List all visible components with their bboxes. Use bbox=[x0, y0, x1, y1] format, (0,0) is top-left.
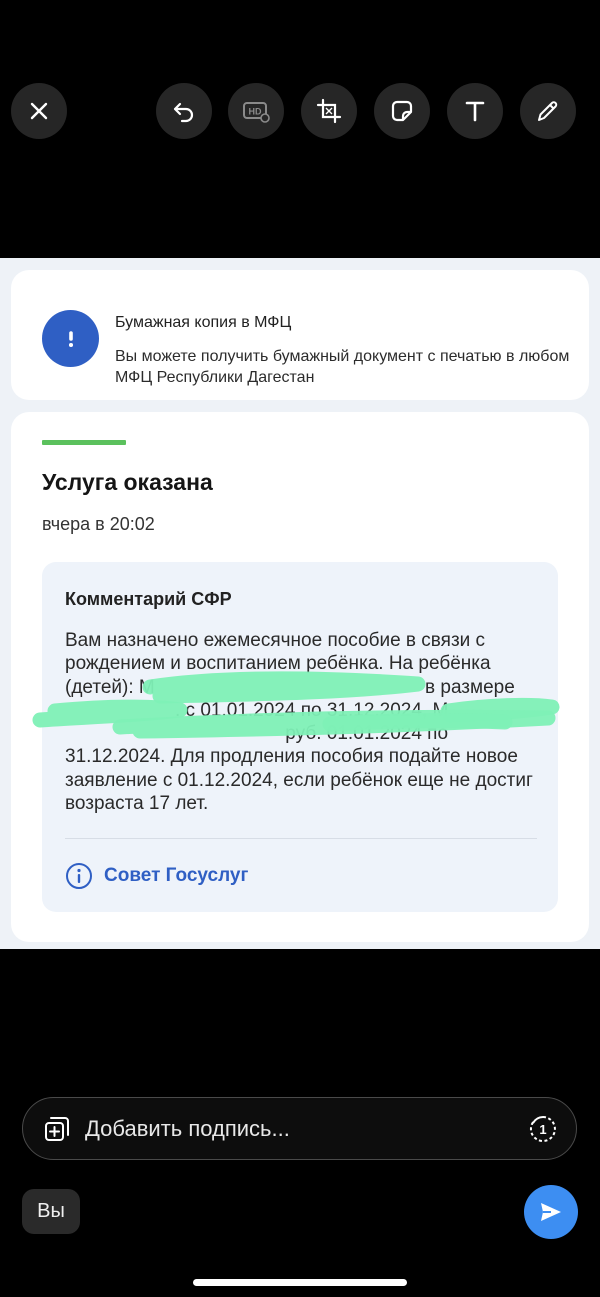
undo-icon bbox=[173, 102, 194, 123]
gosuslugi-tip-link[interactable]: Совет Госуслуг bbox=[65, 862, 248, 890]
status-progress-bar bbox=[42, 440, 126, 445]
hd-quality-button[interactable]: HD bbox=[228, 83, 284, 139]
info-icon bbox=[66, 863, 92, 889]
comment-title: Комментарий СФР bbox=[65, 589, 232, 609]
send-button[interactable] bbox=[524, 1185, 578, 1239]
undo-button[interactable] bbox=[156, 83, 212, 139]
service-status-card: Услуга оказана вчера в 20:02 Комментарий… bbox=[11, 412, 589, 942]
text-button[interactable] bbox=[447, 83, 503, 139]
close-button[interactable] bbox=[11, 83, 67, 139]
home-indicator bbox=[193, 1279, 407, 1286]
tip-label: Совет Госуслуг bbox=[104, 865, 249, 886]
crop-button[interactable] bbox=[301, 83, 357, 139]
paper-copy-title: Бумажная копия в МФЦ bbox=[115, 314, 292, 331]
paper-copy-card: Бумажная копия в МФЦ Вы можете получить … bbox=[11, 270, 589, 400]
alert-icon bbox=[42, 310, 99, 367]
view-once-icon[interactable]: 1 bbox=[528, 1114, 558, 1144]
sticker-button[interactable] bbox=[374, 83, 430, 139]
draw-button[interactable] bbox=[520, 83, 576, 139]
hd-quality-icon: HD bbox=[243, 102, 270, 123]
comment-block: Комментарий СФР Вам назначено ежемесячно… bbox=[42, 562, 558, 912]
edited-image: Бумажная копия в МФЦ Вы можете получить … bbox=[0, 258, 600, 949]
send-icon bbox=[541, 1203, 561, 1221]
svg-text:1: 1 bbox=[539, 1122, 546, 1137]
draw-icon bbox=[538, 101, 558, 121]
comment-text: Вам назначено ежемесячное пособие в связ… bbox=[65, 630, 533, 815]
close-icon bbox=[30, 102, 48, 120]
status-title: Услуга оказана bbox=[42, 469, 213, 495]
add-media-icon[interactable] bbox=[43, 1115, 71, 1143]
text-icon bbox=[465, 101, 485, 122]
svg-text:HD: HD bbox=[249, 107, 262, 117]
comment-divider bbox=[65, 838, 537, 839]
sticker-icon bbox=[391, 100, 413, 122]
status-timestamp: вчера в 20:02 bbox=[42, 514, 155, 534]
recipient-chip[interactable]: Вы bbox=[22, 1189, 80, 1234]
paper-copy-text: Вы можете получить бумажный документ с п… bbox=[115, 348, 570, 386]
crop-icon bbox=[316, 98, 342, 124]
caption-field[interactable]: 1 bbox=[22, 1097, 577, 1160]
caption-input[interactable] bbox=[85, 1111, 505, 1147]
